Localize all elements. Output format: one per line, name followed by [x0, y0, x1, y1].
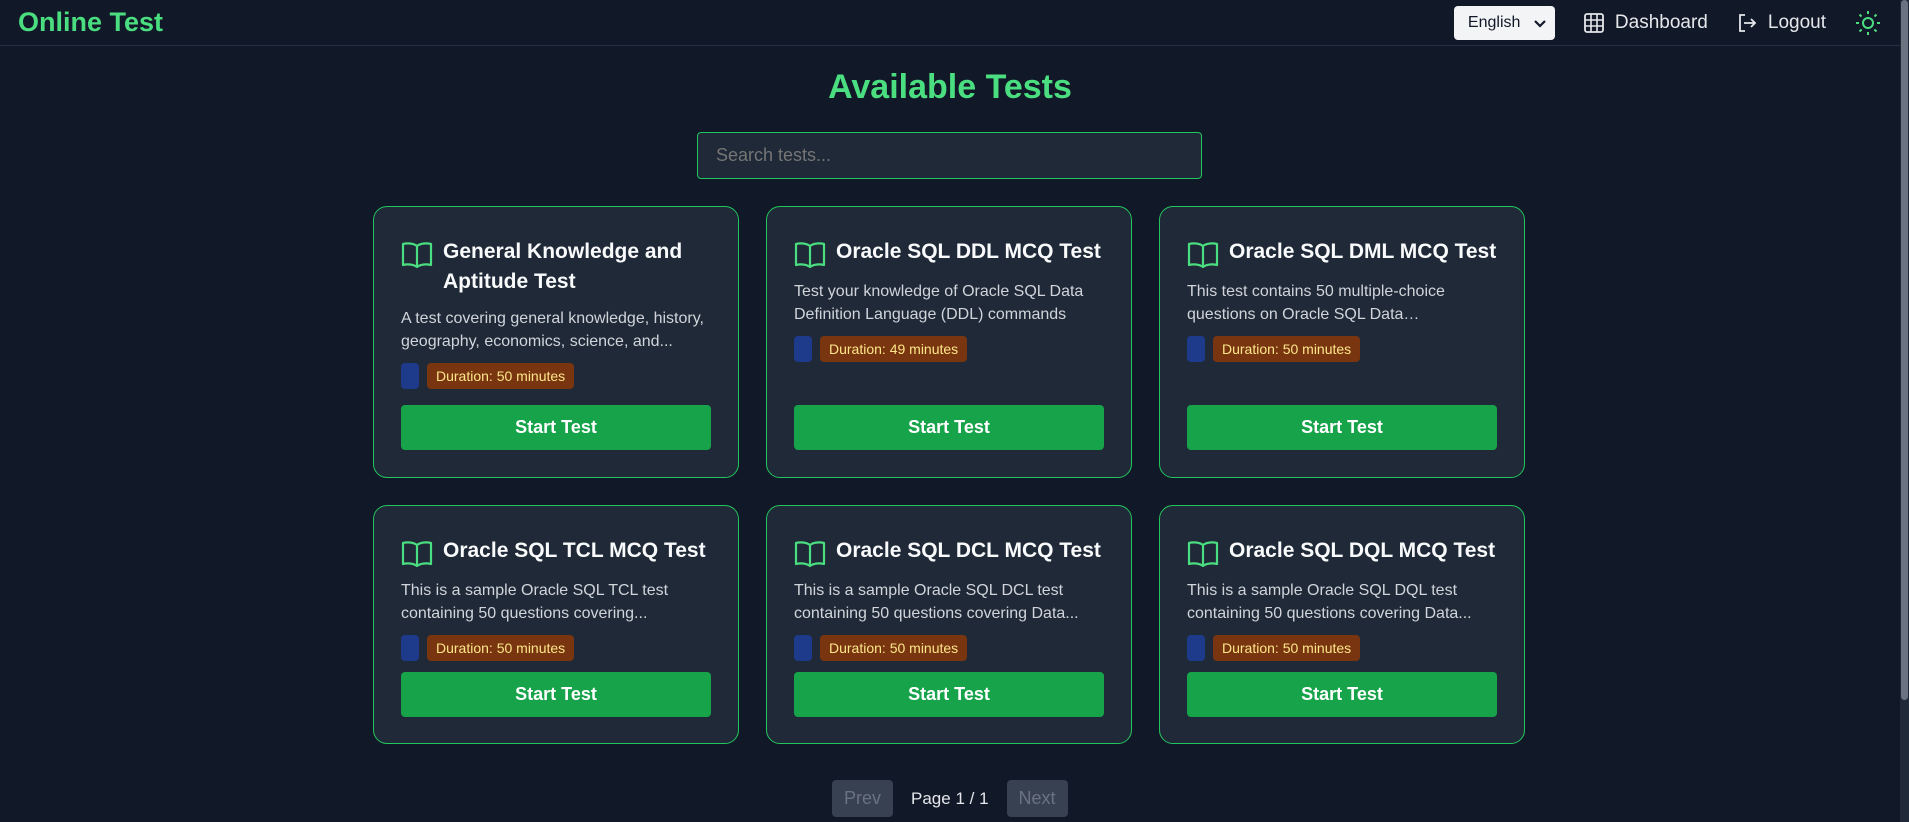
duration-badge: Duration: 50 minutes	[427, 635, 575, 661]
start-test-button[interactable]: Start Test	[401, 405, 711, 450]
category-badge	[794, 336, 812, 362]
category-badge	[401, 363, 419, 389]
search-input[interactable]	[697, 132, 1202, 179]
test-card: Oracle SQL DDL MCQ Test Test your knowle…	[766, 206, 1132, 478]
scrollbar-thumb[interactable]	[1901, 0, 1908, 700]
test-card-title: Oracle SQL DML MCQ Test	[1229, 240, 1497, 263]
test-card: General Knowledge and Aptitude Test A te…	[373, 206, 739, 478]
brand-logo[interactable]: Online Test	[18, 7, 163, 38]
vertical-scrollbar[interactable]	[1900, 0, 1909, 822]
prev-page-button[interactable]: Prev	[832, 780, 894, 817]
test-card-title: Oracle SQL DCL MCQ Test	[836, 539, 1101, 562]
theme-toggle-button[interactable]	[1854, 9, 1882, 37]
pagination: Prev Page 1 / 1 Next	[832, 780, 1068, 817]
book-open-icon	[794, 541, 826, 568]
dashboard-link-label: Dashboard	[1614, 11, 1708, 33]
start-test-button[interactable]: Start Test	[794, 405, 1104, 450]
duration-badge: Duration: 49 minutes	[820, 336, 968, 362]
test-card-title: Oracle SQL DQL MCQ Test	[1229, 539, 1496, 562]
duration-badge: Duration: 50 minutes	[427, 363, 575, 389]
page-title: Available Tests	[828, 68, 1072, 106]
test-card-description: This is a sample Oracle SQL TCL test con…	[401, 582, 669, 622]
grid-icon	[1584, 12, 1604, 33]
duration-badge: Duration: 50 minutes	[1213, 635, 1361, 661]
test-card-title: Oracle SQL DDL MCQ Test	[836, 240, 1101, 263]
start-test-button[interactable]: Start Test	[794, 672, 1104, 717]
test-card: Oracle SQL DQL MCQ Test This is a sample…	[1159, 505, 1525, 744]
chevron-down-icon	[1534, 19, 1546, 28]
duration-badge: Duration: 50 minutes	[820, 635, 968, 661]
duration-badge: Duration: 50 minutes	[1213, 336, 1361, 362]
category-badge	[401, 635, 419, 661]
test-card-description: Test your knowledge of Oracle SQL Data D…	[794, 283, 1084, 323]
category-badge	[1187, 336, 1205, 362]
page-indicator: Page 1 / 1	[911, 788, 989, 808]
dashboard-link[interactable]: Dashboard	[1583, 12, 1708, 34]
test-card: Oracle SQL DML MCQ Test This test contai…	[1159, 206, 1525, 478]
nav-actions: English Dashboard Logout	[1453, 5, 1882, 40]
book-open-icon	[401, 242, 433, 269]
category-badge	[1187, 635, 1205, 661]
sun-icon	[1856, 10, 1880, 35]
next-page-button[interactable]: Next	[1006, 780, 1068, 817]
test-card: Oracle SQL TCL MCQ Test This is a sample…	[373, 505, 739, 744]
test-card-description: This test contains 50 multiple-choice qu…	[1187, 283, 1445, 323]
test-card-description: A test covering general knowledge, histo…	[401, 310, 704, 350]
language-select-value: English	[1467, 13, 1521, 31]
test-card-description: This is a sample Oracle SQL DCL test con…	[794, 582, 1079, 622]
book-open-icon	[1187, 541, 1219, 568]
test-card-title: Oracle SQL TCL MCQ Test	[443, 539, 706, 562]
book-open-icon	[794, 242, 826, 269]
test-card: Oracle SQL DCL MCQ Test This is a sample…	[766, 505, 1132, 744]
category-badge	[794, 635, 812, 661]
test-card-title: General Knowledge and Aptitude Test	[443, 240, 683, 293]
logout-icon	[1738, 13, 1757, 32]
start-test-button[interactable]: Start Test	[1187, 672, 1497, 717]
start-test-button[interactable]: Start Test	[401, 672, 711, 717]
language-select[interactable]: English	[1453, 5, 1555, 40]
top-navbar: Online Test English Dashboard Logout	[0, 0, 1900, 46]
logout-link-label: Logout	[1767, 11, 1826, 33]
logout-link[interactable]: Logout	[1736, 12, 1826, 34]
book-open-icon	[401, 541, 433, 568]
test-card-description: This is a sample Oracle SQL DQL test con…	[1187, 582, 1472, 622]
start-test-button[interactable]: Start Test	[1187, 405, 1497, 450]
book-open-icon	[1187, 242, 1219, 269]
